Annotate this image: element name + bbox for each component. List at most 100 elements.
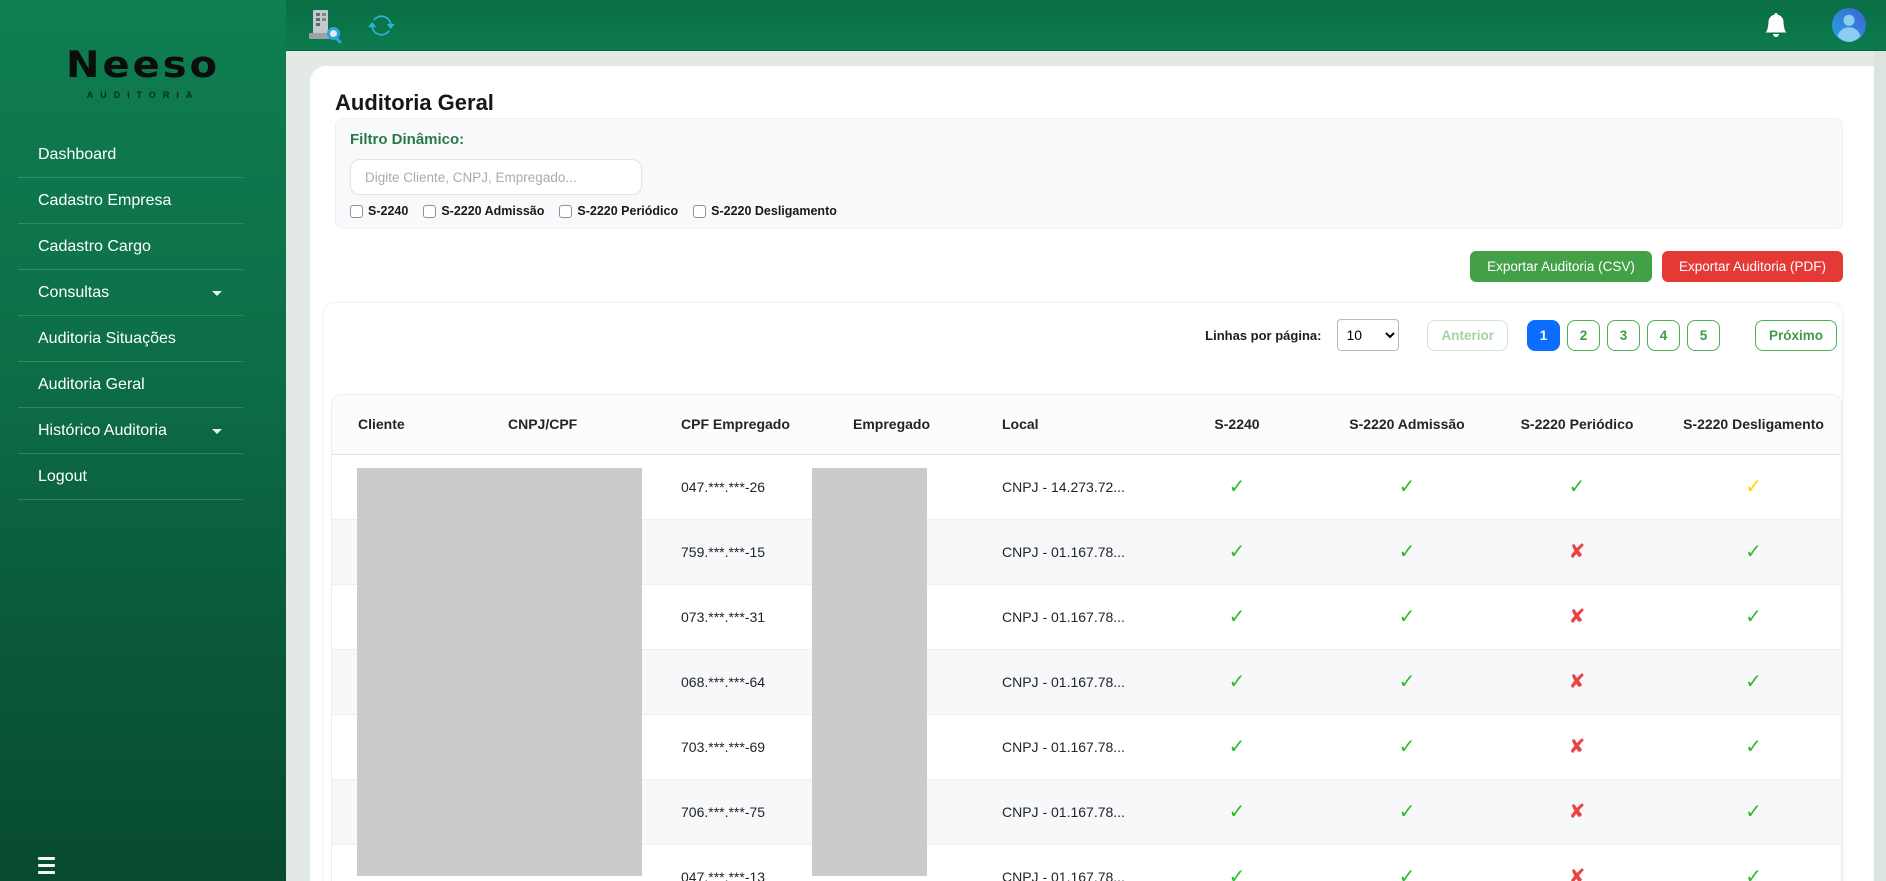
checkbox-input[interactable] bbox=[423, 204, 437, 218]
column-header-s-2240: S-2240 bbox=[1152, 395, 1322, 455]
status-check-green-icon: ✓ bbox=[1398, 800, 1416, 823]
pagination-page-5[interactable]: 5 bbox=[1686, 319, 1720, 351]
filter-search-input[interactable] bbox=[350, 159, 642, 195]
chevron-down-icon bbox=[212, 428, 222, 434]
cell-local: CNPJ - 01.167.78... bbox=[1002, 518, 1152, 584]
status-check-green-icon: ✓ bbox=[1228, 475, 1246, 498]
status-x-red-icon: ✘ bbox=[1568, 800, 1586, 823]
pagination-page-4[interactable]: 4 bbox=[1646, 319, 1680, 351]
refresh-icon[interactable] bbox=[368, 12, 395, 39]
filter-checkbox-s-2220-periodico[interactable]: S-2220 Periódico bbox=[559, 204, 678, 218]
sidebar-item-auditoria-situacoes[interactable]: Auditoria Situações bbox=[0, 316, 286, 361]
pagination-previous-button[interactable]: Anterior bbox=[1427, 319, 1508, 351]
sidebar-item-label: Auditoria Geral bbox=[38, 375, 145, 393]
checkbox-input[interactable] bbox=[559, 204, 573, 218]
status-check-green-icon: ✓ bbox=[1228, 540, 1246, 563]
column-header-cpf-empregado: CPF Empregado bbox=[655, 395, 827, 455]
cell-local: CNPJ - 01.167.78... bbox=[1002, 713, 1152, 779]
sidebar-item-logout[interactable]: Logout bbox=[0, 454, 286, 499]
checkbox-label: S-2220 Admissão bbox=[441, 204, 545, 218]
export-csv-button[interactable]: Exportar Auditoria (CSV) bbox=[1470, 251, 1652, 282]
sidebar: Neeso AUDITORIA Dashboard Cadastro Empres… bbox=[0, 0, 286, 881]
cell-cpf_empregado: 073.***.***-31 bbox=[655, 583, 827, 649]
page-size-select[interactable]: 10 bbox=[1337, 319, 1400, 351]
sidebar-item-cadastro-cargo[interactable]: Cadastro Cargo bbox=[0, 224, 286, 269]
filter-checkbox-row: S-2240 S-2220 Admissão S-2220 Periódico S-2… bbox=[350, 204, 1828, 218]
status-check-green-icon: ✓ bbox=[1745, 865, 1762, 881]
column-header-s-2220-admissao: S-2220 Admissão bbox=[1322, 395, 1492, 455]
page-scrollbar[interactable] bbox=[1874, 51, 1886, 881]
filter-card: Filtro Dinâmico: S-2240S-2220 AdmissãoS-… bbox=[335, 118, 1843, 229]
status-x-red-icon: ✘ bbox=[1568, 605, 1586, 628]
notifications-bell-icon[interactable] bbox=[1764, 13, 1788, 37]
cell-local: CNPJ - 01.167.78... bbox=[1002, 583, 1152, 649]
cell-local: CNPJ - 01.167.78... bbox=[1002, 843, 1152, 881]
logo-title: Neeso bbox=[65, 43, 221, 87]
status-check-green-icon: ✓ bbox=[1398, 540, 1416, 563]
status-check-green-icon: ✓ bbox=[1398, 865, 1416, 881]
status-check-green-icon: ✓ bbox=[1228, 735, 1246, 758]
export-pdf-button[interactable]: Exportar Auditoria (PDF) bbox=[1661, 251, 1843, 282]
status-check-green-icon: ✓ bbox=[1568, 475, 1586, 498]
checkbox-input[interactable] bbox=[350, 204, 363, 218]
redaction-block-empregado bbox=[812, 468, 927, 876]
sidebar-item-label: Consultas bbox=[38, 283, 110, 301]
status-check-green-icon: ✓ bbox=[1398, 735, 1416, 758]
audit-content-card: Linhas por página: 10 Anterior 12345 Pró… bbox=[323, 302, 1843, 881]
sidebar-item-label: Auditoria Situações bbox=[38, 329, 176, 347]
filter-checkbox-s-2220-admissao[interactable]: S-2220 Admissão bbox=[423, 204, 544, 218]
sidebar-item-cadastro-empresa[interactable]: Cadastro Empresa bbox=[0, 178, 286, 223]
cell-local: CNPJ - 01.167.78... bbox=[1002, 778, 1152, 844]
checkbox-label: S-2220 Desligamento bbox=[711, 204, 837, 218]
status-check-green-icon: ✓ bbox=[1745, 800, 1762, 823]
status-check-green-icon: ✓ bbox=[1745, 605, 1762, 628]
rows-per-page-label: Linhas por página: bbox=[1205, 327, 1322, 343]
status-check-green-icon: ✓ bbox=[1228, 865, 1246, 881]
sidebar-item-dashboard[interactable]: Dashboard bbox=[0, 132, 286, 177]
pagination: Linhas por página: 10 Anterior 12345 Pró… bbox=[331, 319, 1837, 351]
user-avatar[interactable] bbox=[1832, 8, 1866, 42]
sidebar-item-label: Logout bbox=[38, 467, 87, 485]
sidebar-item-label: Cadastro Cargo bbox=[38, 237, 151, 255]
filter-checkbox-s-2220-desligamento[interactable]: S-2220 Desligamento bbox=[693, 204, 837, 218]
cell-cpf_empregado: 706.***.***-75 bbox=[655, 778, 827, 844]
column-header-empregado: Empregado bbox=[827, 395, 1002, 455]
status-check-green-icon: ✓ bbox=[1228, 670, 1246, 693]
pagination-page-1-active[interactable]: 1 bbox=[1526, 319, 1560, 351]
status-x-red-icon: ✘ bbox=[1568, 735, 1586, 758]
topbar bbox=[286, 0, 1886, 51]
checkbox-label: S-2220 Periódico bbox=[577, 204, 679, 218]
logo-subtitle: AUDITORIA bbox=[86, 90, 200, 100]
filter-checkbox-s-2240[interactable]: S-2240 bbox=[350, 204, 408, 218]
sidebar-item-auditoria-geral[interactable]: Auditoria Geral bbox=[0, 362, 286, 407]
hamburger-icon[interactable] bbox=[38, 857, 56, 874]
column-header-cnpj-cpf: CNPJ/CPF bbox=[482, 395, 655, 455]
cell-local: CNPJ - 14.273.72... bbox=[1002, 478, 1125, 495]
pagination-next-button[interactable]: Próximo bbox=[1754, 319, 1837, 351]
pagination-page-3[interactable]: 3 bbox=[1606, 319, 1640, 351]
sidebar-item-historico-auditoria[interactable]: Histórico Auditoria bbox=[0, 408, 286, 453]
page-title: Auditoria Geral bbox=[335, 90, 494, 115]
status-check-green-icon: ✓ bbox=[1228, 800, 1246, 823]
company-search-icon[interactable] bbox=[308, 8, 343, 45]
sidebar-menu: Dashboard Cadastro Empresa Cadastro Cargo C… bbox=[0, 132, 286, 500]
audit-table-card: Cliente CNPJ/CPF CPF Empregado Empregado Loc… bbox=[331, 394, 1842, 881]
status-check-yellow-icon: ✓ bbox=[1745, 475, 1762, 498]
checkbox-input[interactable] bbox=[693, 204, 707, 218]
cell-cpf_empregado: 703.***.***-69 bbox=[655, 713, 827, 779]
cell-cpf_empregado: 047.***.***-13 bbox=[655, 843, 827, 881]
chevron-down-icon bbox=[212, 290, 222, 296]
status-check-green-icon: ✓ bbox=[1228, 605, 1246, 628]
column-header-local: Local bbox=[1002, 395, 1152, 455]
status-x-red-icon: ✘ bbox=[1568, 540, 1586, 563]
status-check-green-icon: ✓ bbox=[1745, 735, 1762, 758]
export-actions: Exportar Auditoria (CSV) Exportar Audito… bbox=[335, 251, 1843, 282]
pagination-page-2[interactable]: 2 bbox=[1566, 319, 1600, 351]
main-panel: Auditoria Geral Filtro Dinâmico: S-2240S… bbox=[310, 66, 1874, 881]
sidebar-item-consultas[interactable]: Consultas bbox=[0, 270, 286, 315]
app-logo: Neeso AUDITORIA bbox=[0, 0, 286, 132]
filter-label: Filtro Dinâmico: bbox=[350, 131, 465, 148]
status-x-red-icon: ✘ bbox=[1568, 865, 1586, 881]
sidebar-item-label: Cadastro Empresa bbox=[38, 191, 172, 209]
cell-cpf_empregado: 047.***.***-26 bbox=[681, 478, 766, 495]
